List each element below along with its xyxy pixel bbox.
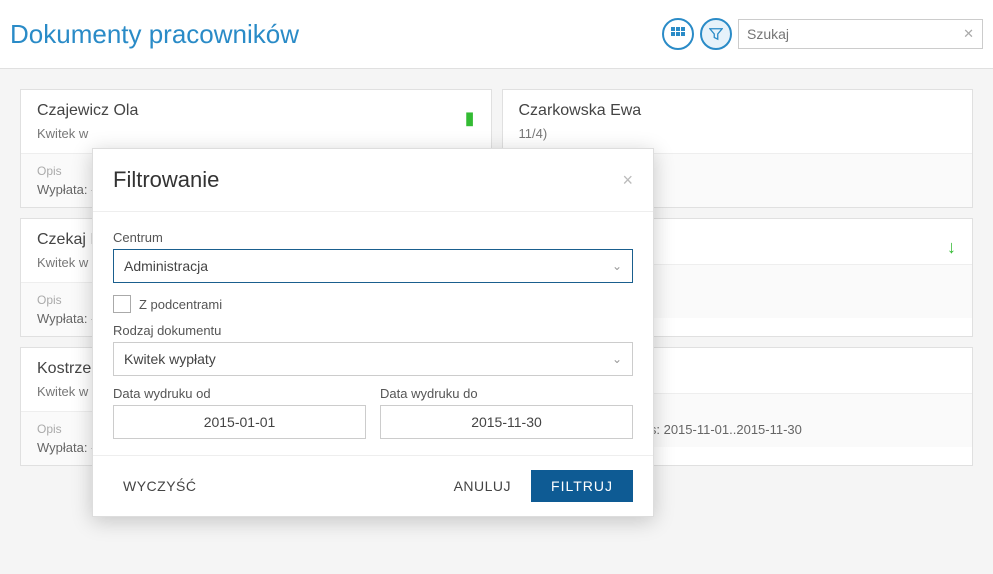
filter-toggle-button[interactable] [700,18,732,50]
card-subtitle: Kwitek w [37,126,475,141]
rodzaj-select[interactable]: Kwitek wypłaty ⌄ [113,342,633,376]
modal-title: Filtrowanie [113,167,219,193]
filter-modal: Filtrowanie × Centrum Administracja ⌄ Z … [92,148,654,517]
card-person-name: Czajewicz Ola [37,102,475,120]
rodzaj-value: Kwitek wypłaty [124,351,216,367]
status-indicator-icon: ▮ [465,108,475,129]
grid-view-button[interactable] [662,18,694,50]
page-title: Dokumenty pracowników [10,19,299,50]
clear-button[interactable]: WYCZYŚĆ [113,470,207,502]
search-box[interactable]: ✕ [738,19,983,49]
centrum-value: Administracja [124,258,208,274]
subcenter-checkbox[interactable] [113,295,131,313]
modal-body: Centrum Administracja ⌄ Z podcentrami Ro… [93,212,653,455]
card-person-name: Czarkowska Ewa [519,102,957,120]
centrum-select[interactable]: Administracja ⌄ [113,249,633,283]
modal-header: Filtrowanie × [93,149,653,212]
subcenter-checkbox-row: Z podcentrami [113,295,633,313]
search-input[interactable] [747,26,963,42]
filter-icon [709,27,723,41]
grid-icon [670,26,686,42]
date-from-label: Data wydruku od [113,386,366,401]
rodzaj-label: Rodzaj dokumentu [113,323,633,338]
chevron-down-icon: ⌄ [612,352,622,366]
date-range-row: Data wydruku od Data wydruku do [113,376,633,439]
chevron-down-icon: ⌄ [612,259,622,273]
cancel-button[interactable]: ANULUJ [444,470,521,502]
download-indicator-icon: ↓ [947,237,956,258]
subcenter-checkbox-label: Z podcentrami [139,297,222,312]
close-icon[interactable]: × [622,170,633,191]
page-header: Dokumenty pracowników ✕ [0,0,993,69]
centrum-label: Centrum [113,230,633,245]
date-to-label: Data wydruku do [380,386,633,401]
header-controls: ✕ [662,18,983,50]
modal-footer: WYCZYŚĆ ANULUJ FILTRUJ [93,455,653,516]
date-from-input[interactable] [113,405,366,439]
clear-search-icon[interactable]: ✕ [963,26,974,42]
filter-button[interactable]: FILTRUJ [531,470,633,502]
card-subtitle: 11/4) [519,126,957,141]
date-to-input[interactable] [380,405,633,439]
